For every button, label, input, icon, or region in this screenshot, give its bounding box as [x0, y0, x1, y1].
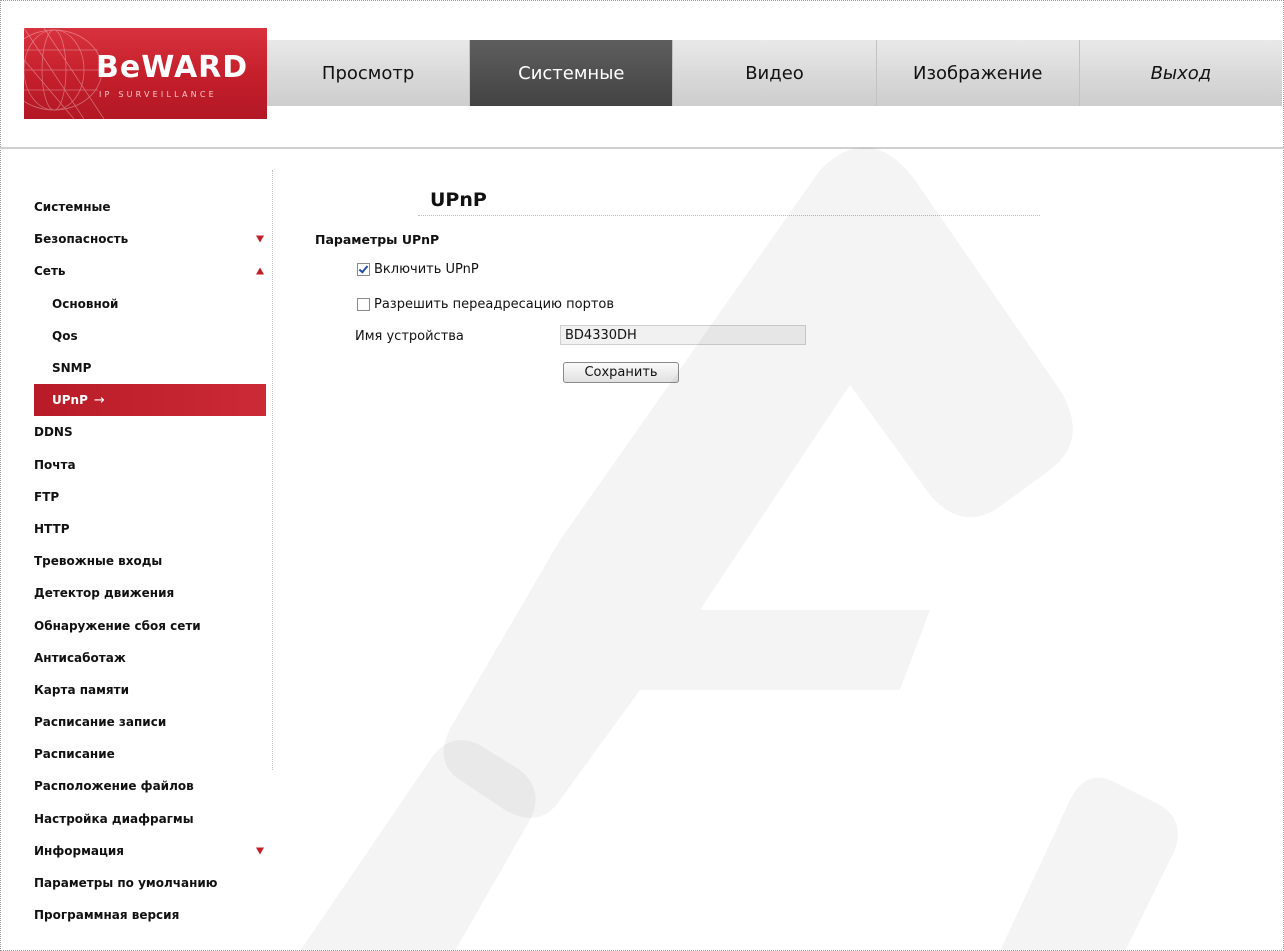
sidebar-item-label: Настройка диафрагмы: [34, 811, 194, 826]
arrow-right-icon: →: [93, 392, 105, 408]
sidebar-item-label: HTTP: [34, 521, 70, 536]
tab-video[interactable]: Видео: [673, 40, 877, 106]
device-name-label: Имя устройства: [355, 329, 464, 344]
tab-image[interactable]: Изображение: [877, 40, 1080, 106]
sidebar-item-security[interactable]: Безопасность: [28, 223, 266, 255]
sidebar-item-default-settings[interactable]: Параметры по умолчанию: [28, 867, 266, 899]
enable-upnp-checkbox[interactable]: [357, 263, 370, 276]
sidebar-item-label: Детектор движения: [34, 586, 175, 601]
tab-system[interactable]: Системные: [470, 40, 674, 106]
sidebar: Системные Безопасность Сеть Основной Qos…: [28, 191, 266, 931]
sidebar-item-schedule[interactable]: Расписание: [28, 738, 266, 770]
sidebar-item-basic[interactable]: Основной: [28, 288, 266, 320]
sidebar-item-http[interactable]: HTTP: [28, 513, 266, 545]
sidebar-item-label: Карта памяти: [34, 682, 129, 697]
port-forwarding-label[interactable]: Разрешить переадресацию портов: [374, 297, 614, 312]
sidebar-item-upnp[interactable]: UPnP →: [34, 384, 266, 417]
sidebar-item-label: UPnP: [52, 393, 88, 408]
sidebar-item-label: DDNS: [34, 425, 73, 440]
tab-view[interactable]: Просмотр: [267, 40, 471, 106]
logo-subtitle: IP SURVEILLANCE: [99, 90, 217, 99]
sidebar-item-system[interactable]: Системные: [28, 191, 266, 223]
sidebar-item-firmware-version[interactable]: Программная версия: [28, 899, 266, 931]
sidebar-item-label: Расположение файлов: [34, 779, 194, 794]
enable-upnp-row: Включить UPnP: [357, 262, 479, 277]
sidebar-item-information[interactable]: Информация: [28, 835, 266, 867]
sidebar-item-label: Безопасность: [34, 232, 129, 247]
logo-title: BeWARD: [96, 50, 249, 85]
section-title: Параметры UPnP: [315, 232, 440, 247]
port-forwarding-checkbox[interactable]: [357, 298, 370, 311]
enable-upnp-label[interactable]: Включить UPnP: [374, 262, 479, 277]
sidebar-item-label: Антисаботаж: [34, 650, 126, 665]
sidebar-item-label: Информация: [34, 843, 124, 858]
device-name-input[interactable]: [560, 325, 806, 345]
header-divider: [0, 147, 1284, 149]
sidebar-item-record-schedule[interactable]: Расписание записи: [28, 706, 266, 738]
title-divider: [418, 215, 1040, 216]
page-title: UPnP: [430, 189, 487, 211]
sidebar-item-label: Системные: [34, 200, 111, 215]
save-button[interactable]: Сохранить: [563, 362, 679, 383]
sidebar-item-tampering[interactable]: Антисаботаж: [28, 642, 266, 674]
sidebar-item-mail[interactable]: Почта: [28, 449, 266, 481]
sidebar-item-label: SNMP: [52, 361, 92, 376]
sidebar-item-label: Тревожные входы: [34, 554, 163, 569]
sidebar-item-label: Обнаружение сбоя сети: [34, 618, 201, 633]
sidebar-item-ftp[interactable]: FTP: [28, 481, 266, 513]
sidebar-item-network[interactable]: Сеть: [28, 255, 266, 287]
top-nav: Просмотр Системные Видео Изображение Вых…: [267, 40, 1282, 106]
sidebar-item-label: FTP: [34, 489, 60, 504]
port-forwarding-row: Разрешить переадресацию портов: [357, 297, 614, 312]
sidebar-item-label: Параметры по умолчанию: [34, 876, 218, 891]
triangle-up-icon: [256, 267, 264, 275]
sidebar-item-label: Основной: [52, 296, 119, 311]
sidebar-item-label: Расписание: [34, 747, 115, 762]
sidebar-item-iris-settings[interactable]: Настройка диафрагмы: [28, 803, 266, 835]
sidebar-divider: [272, 170, 273, 770]
triangle-down-icon: [256, 235, 264, 243]
tab-logout[interactable]: Выход: [1080, 40, 1282, 106]
sidebar-item-network-failure[interactable]: Обнаружение сбоя сети: [28, 609, 266, 641]
sidebar-item-memory-card[interactable]: Карта памяти: [28, 674, 266, 706]
beward-logo[interactable]: BeWARD IP SURVEILLANCE: [24, 28, 267, 119]
sidebar-item-ddns[interactable]: DDNS: [28, 416, 266, 448]
sidebar-item-label: Сеть: [34, 264, 66, 279]
sidebar-item-motion-detection[interactable]: Детектор движения: [28, 577, 266, 609]
sidebar-item-label: Программная версия: [34, 908, 180, 923]
triangle-down-icon: [256, 847, 264, 855]
sidebar-item-file-location[interactable]: Расположение файлов: [28, 770, 266, 802]
sidebar-item-alarm-inputs[interactable]: Тревожные входы: [28, 545, 266, 577]
sidebar-item-qos[interactable]: Qos: [28, 320, 266, 352]
sidebar-item-label: Почта: [34, 457, 76, 472]
sidebar-item-snmp[interactable]: SNMP: [28, 352, 266, 384]
sidebar-item-label: Расписание записи: [34, 715, 167, 730]
sidebar-item-label: Qos: [52, 328, 78, 343]
